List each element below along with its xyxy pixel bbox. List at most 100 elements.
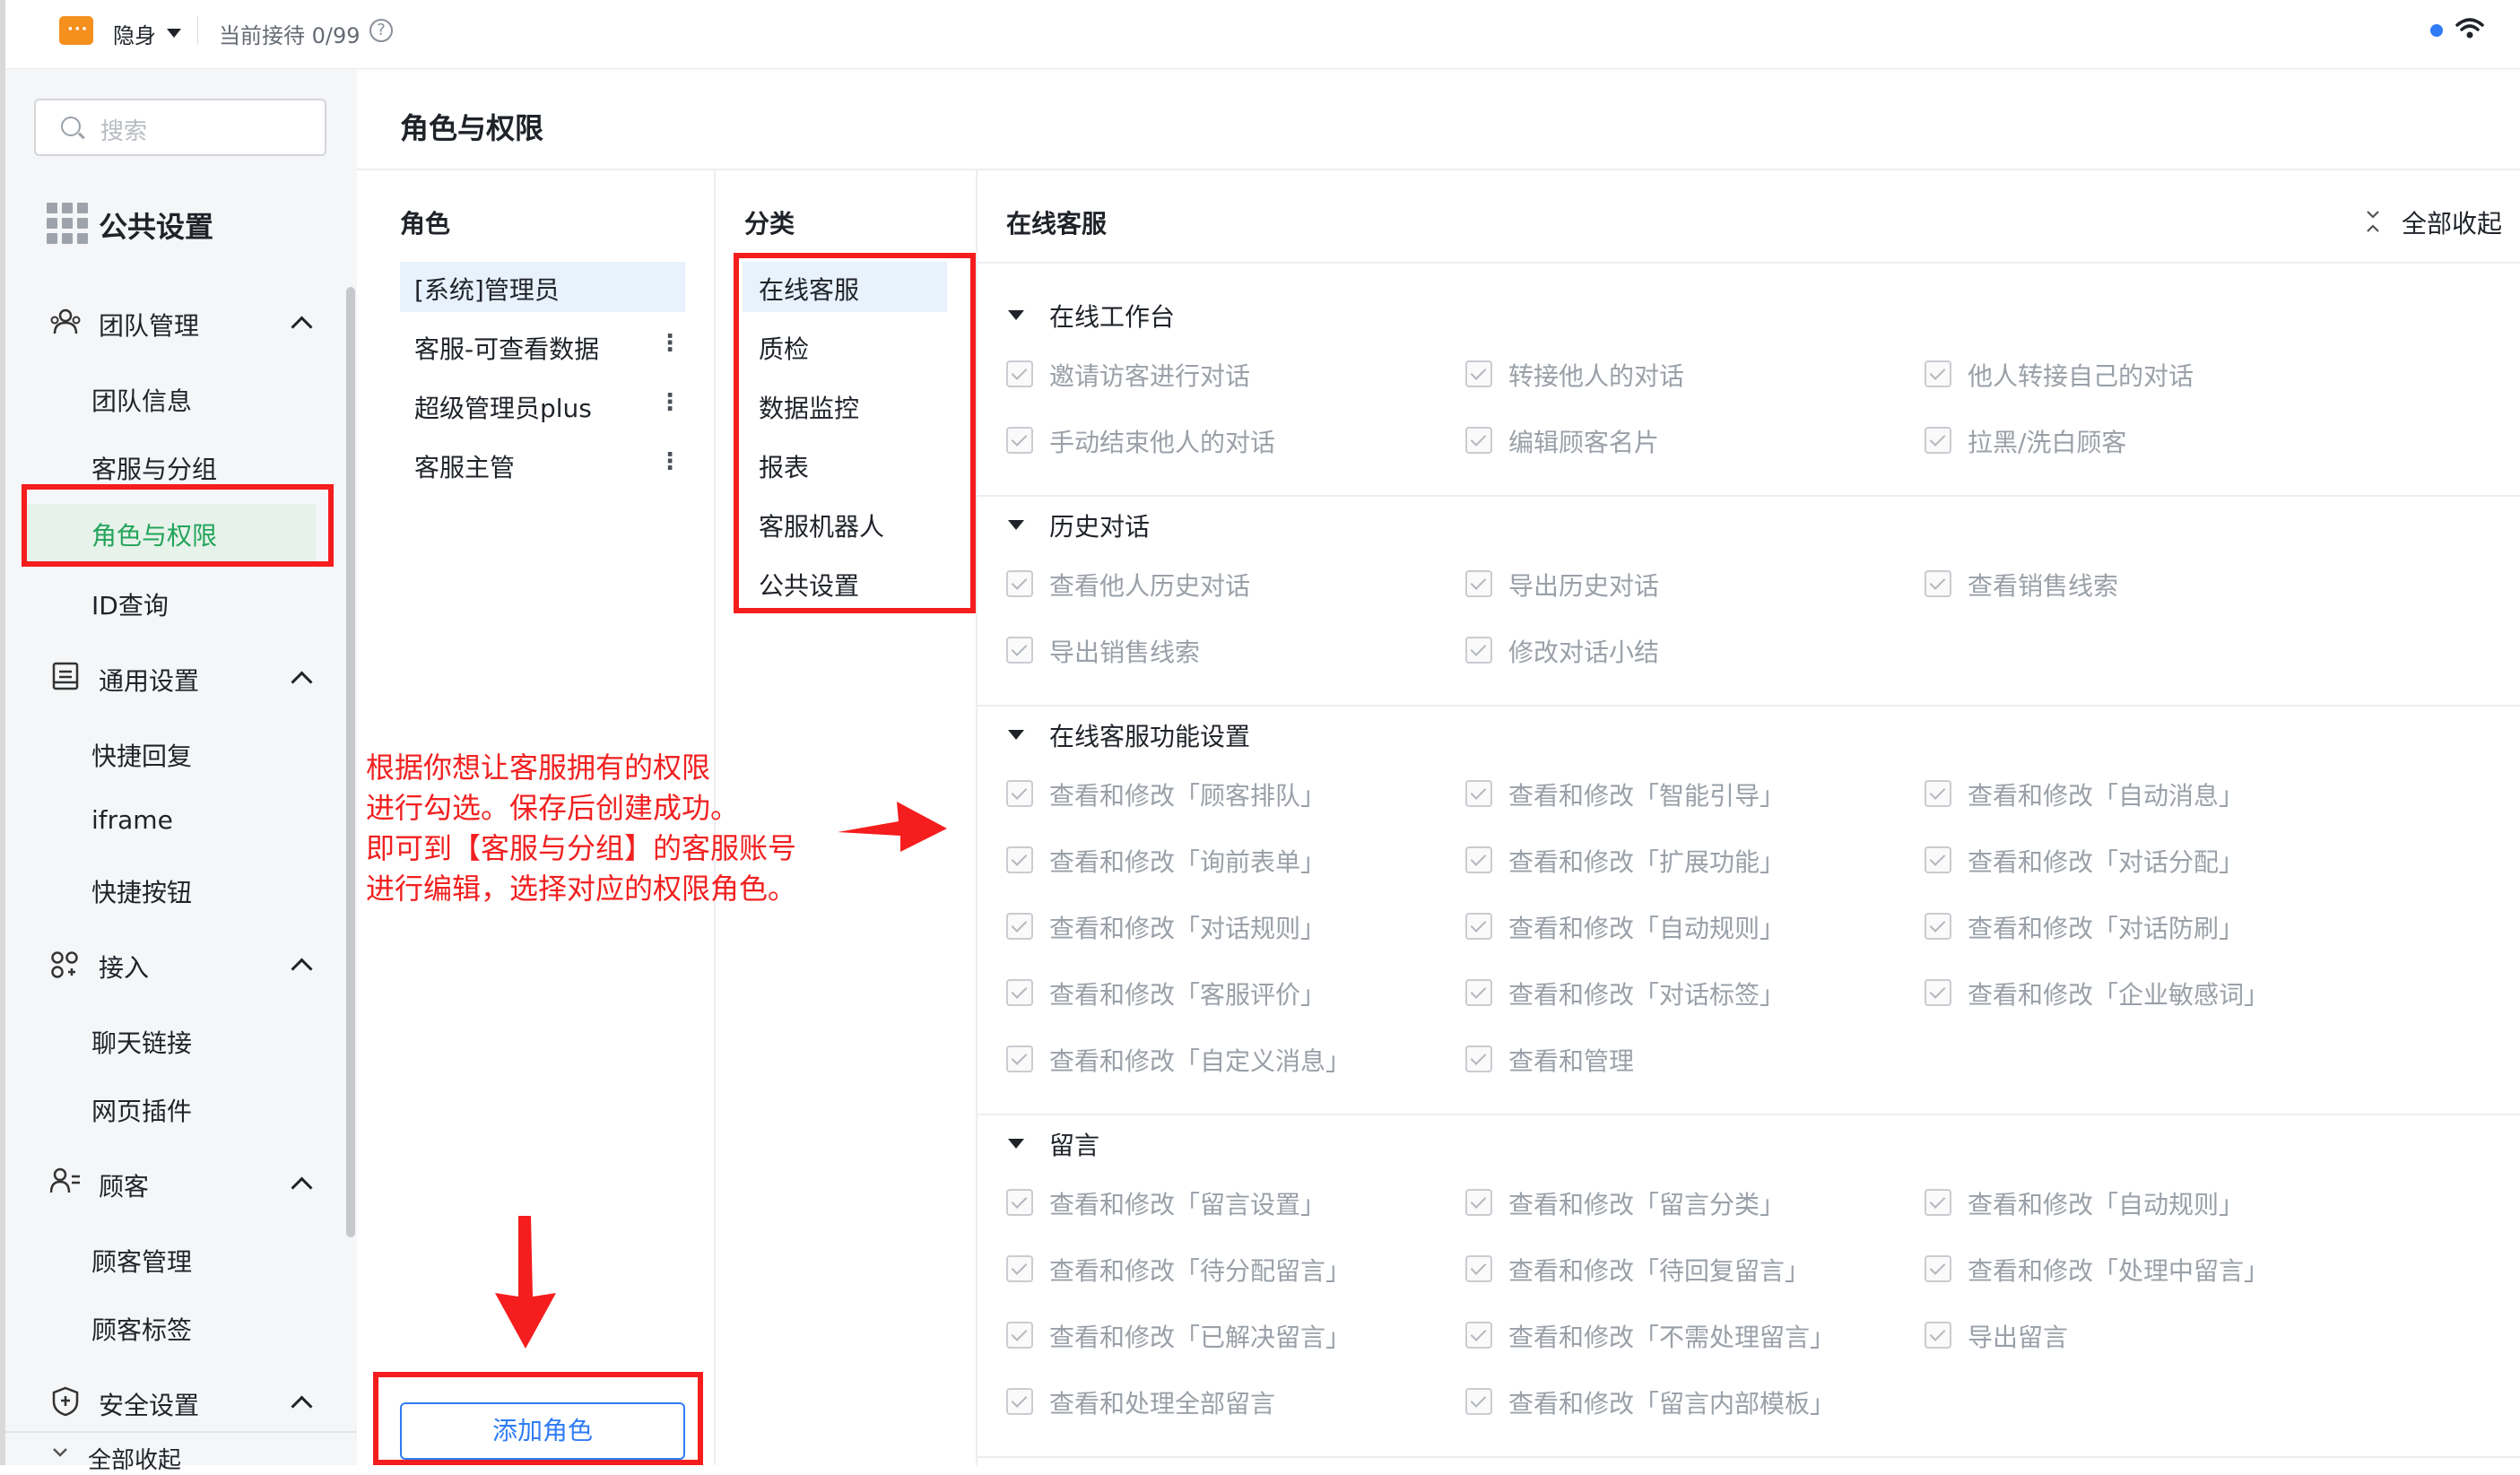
permission-checkbox[interactable] [1465,780,1492,807]
permission-checkbox[interactable] [1006,1322,1033,1349]
highlight-box-categories [734,253,976,613]
page-title: 角色与权限 [400,111,544,145]
sidebar-item-web-plugin[interactable]: 网页插件 [91,1092,192,1128]
permission-checkbox[interactable] [1925,427,1951,454]
more-vertical-icon[interactable]: ⋮ [658,389,682,416]
caret-down-icon[interactable] [1008,520,1024,530]
collapse-icon[interactable] [2364,210,2382,233]
permission-checkbox[interactable] [1925,1255,1951,1282]
sidebar-item-chat-link[interactable]: 聊天链接 [91,1024,192,1060]
permission-checkbox[interactable] [1006,979,1033,1006]
permission-checkbox[interactable] [1006,1046,1033,1072]
permission-checkbox[interactable] [1465,846,1492,873]
caret-down-icon[interactable] [167,29,181,38]
sidebar-group-general[interactable]: 通用设置 [99,662,199,698]
permission-checkbox[interactable] [1925,979,1951,1006]
permission-checkbox[interactable] [1465,1189,1492,1216]
permission-checkbox[interactable] [1925,1322,1951,1349]
permission-checkbox[interactable] [1006,360,1033,387]
permission-checkbox[interactable] [1925,570,1951,597]
permission-label: 他人转接自己的对话 [1968,361,2194,391]
permission-label: 查看和修改「扩展功能」 [1508,847,1786,877]
permission-label: 查看和修改「留言分类」 [1508,1190,1786,1219]
sidebar-group-team[interactable]: 团队管理 [99,307,199,343]
permission-section-title[interactable]: 在线客服功能设置 [1049,717,1250,753]
access-icon [51,951,78,978]
divider [976,170,978,1465]
permission-checkbox[interactable] [1925,1189,1951,1216]
permission-checkbox[interactable] [1465,979,1492,1006]
permission-section-title[interactable]: 留言 [1049,1126,1099,1162]
help-icon[interactable]: ? [369,19,393,42]
sidebar-item-quick-button[interactable]: 快捷按钮 [91,873,192,909]
permission-checkbox[interactable] [1465,637,1492,664]
search-input[interactable]: 搜索 [34,99,326,156]
role-item-agent-view-data[interactable]: 客服-可查看数据 [414,330,599,366]
more-vertical-icon[interactable]: ⋮ [658,448,682,475]
sidebar-scrollbar[interactable] [346,287,355,1237]
permission-label: 手动结束他人的对话 [1049,428,1276,457]
sidebar-group-customers[interactable]: 顾客 [99,1167,149,1203]
permission-checkbox[interactable] [1006,427,1033,454]
permission-checkbox[interactable] [1006,780,1033,807]
permission-checkbox[interactable] [1006,913,1033,940]
permission-label: 修改对话小结 [1508,638,1660,667]
permission-label: 查看和处理全部留言 [1049,1389,1276,1419]
permission-checkbox[interactable] [1465,570,1492,597]
divider [197,16,198,45]
permission-label: 导出销售线索 [1049,638,1201,667]
caret-down-icon[interactable] [1008,1139,1024,1149]
caret-down-icon[interactable] [1008,310,1024,320]
permission-checkbox[interactable] [1465,427,1492,454]
permission-checkbox[interactable] [1925,913,1951,940]
permission-checkbox[interactable] [1006,1388,1033,1415]
wifi-icon [2455,18,2484,39]
more-vertical-icon[interactable]: ⋮ [658,330,682,357]
sidebar-item-quick-reply[interactable]: 快捷回复 [91,737,192,773]
permission-checkbox[interactable] [1465,1255,1492,1282]
sidebar-item-customer-tags[interactable]: 顾客标签 [91,1311,192,1347]
permission-checkbox[interactable] [1006,1189,1033,1216]
permission-checkbox[interactable] [1925,360,1951,387]
collapse-all-button[interactable]: 全部收起 [2402,204,2502,240]
permission-label: 查看和修改「对话规则」 [1049,914,1326,943]
permission-checkbox[interactable] [1006,846,1033,873]
permission-checkbox[interactable] [1465,1388,1492,1415]
annotation-line: 进行勾选。保存后创建成功。 [366,791,740,825]
status-label[interactable]: 隐身 [113,18,156,49]
permission-checkbox[interactable] [1465,1322,1492,1349]
permission-section-title[interactable]: 在线工作台 [1049,298,1175,334]
permission-label: 查看和修改「智能引导」 [1508,781,1786,811]
sidebar-item-team-info[interactable]: 团队信息 [91,382,192,418]
settings-list-icon [52,662,79,690]
customer-icon [50,1167,80,1193]
sidebar-item-iframe[interactable]: iframe [91,805,173,835]
permission-checkbox[interactable] [1006,637,1033,664]
divider [978,495,2520,497]
permission-checkbox[interactable] [1465,1046,1492,1072]
sidebar-collapse-all[interactable]: 全部收起 [88,1442,181,1475]
permission-checkbox[interactable] [1006,570,1033,597]
sidebar-group-security[interactable]: 安全设置 [99,1386,199,1422]
arrow-right-icon [838,802,947,852]
sidebar-item-agents-groups[interactable]: 客服与分组 [91,450,217,486]
divider [978,705,2520,707]
caret-down-icon[interactable] [1008,730,1024,740]
permission-checkbox[interactable] [1465,360,1492,387]
permission-checkbox[interactable] [1465,913,1492,940]
sidebar-item-customer-management[interactable]: 顾客管理 [91,1243,192,1279]
permission-label: 查看和修改「顾客排队」 [1049,781,1326,811]
permission-label: 查看和修改「不需处理留言」 [1508,1323,1836,1352]
sidebar-group-access[interactable]: 接入 [99,949,149,985]
sidebar-item-id-lookup[interactable]: ID查询 [91,586,169,622]
permission-checkbox[interactable] [1925,780,1951,807]
permission-section-title[interactable]: 历史对话 [1049,508,1150,543]
permission-checkbox[interactable] [1925,846,1951,873]
role-item-supervisor[interactable]: 客服主管 [414,448,515,484]
team-icon [50,308,81,334]
permission-checkbox[interactable] [1006,1255,1033,1282]
role-item-admin[interactable]: [系统]管理员 [414,271,560,307]
divider [978,1114,2520,1115]
collapse-icon[interactable] [52,1447,68,1465]
role-item-super-admin-plus[interactable]: 超级管理员plus [414,389,592,425]
